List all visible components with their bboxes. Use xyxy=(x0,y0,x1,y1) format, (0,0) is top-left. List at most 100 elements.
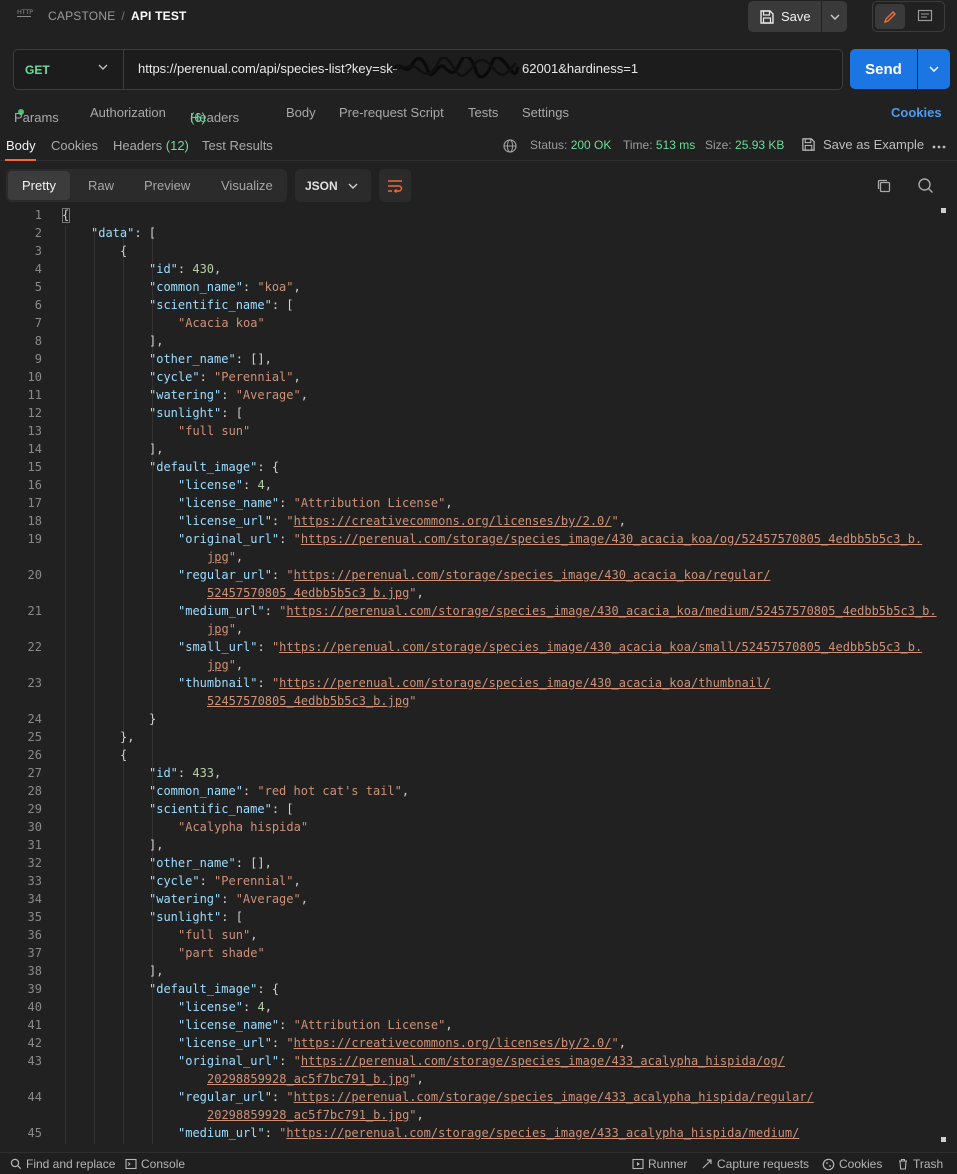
json-string: " xyxy=(293,1054,301,1068)
cookies-footer-button[interactable]: Cookies xyxy=(822,1157,882,1171)
scrollbar-bottom-marker xyxy=(941,1137,946,1142)
vertical-scrollbar[interactable] xyxy=(939,206,947,1144)
json-string: "koa" xyxy=(257,280,294,294)
chevron-down-icon xyxy=(98,64,108,70)
breadcrumb: CAPSTONE / API TEST xyxy=(48,9,187,23)
code-line: "default_image": { xyxy=(149,982,279,996)
json-url-link[interactable]: jpg xyxy=(207,622,229,636)
response-tab-body[interactable]: Body xyxy=(6,138,36,153)
json-punctuation: : xyxy=(264,1126,280,1140)
code-line: { xyxy=(120,244,127,258)
runner-button[interactable]: Runner xyxy=(632,1157,687,1171)
view-mode-pretty[interactable]: Pretty xyxy=(22,178,56,193)
json-key: "default_image" xyxy=(149,460,258,474)
response-status: Status: 200 OK xyxy=(530,138,611,152)
response-tab-cookies[interactable]: Cookies xyxy=(51,138,98,153)
view-mode-visualize[interactable]: Visualize xyxy=(221,178,273,193)
json-key: "medium_url" xyxy=(178,1126,265,1140)
console-button[interactable]: Console xyxy=(125,1157,185,1171)
json-url-link[interactable]: https://perenual.com/storage/species_ima… xyxy=(286,1126,799,1140)
send-button[interactable]: Send xyxy=(850,49,917,89)
json-punctuation: ], xyxy=(149,964,164,978)
breadcrumb-request-title[interactable]: API TEST xyxy=(131,9,187,23)
response-tab-test-results[interactable]: Test Results xyxy=(202,138,273,153)
json-url-link[interactable]: https://perenual.com/storage/species_ima… xyxy=(279,640,922,654)
json-url-link[interactable]: https://perenual.com/storage/species_ima… xyxy=(286,604,936,618)
find-replace-button[interactable]: Find and replace xyxy=(10,1157,115,1171)
json-url-link[interactable]: https://perenual.com/storage/species_ima… xyxy=(294,568,771,582)
json-url-link[interactable]: https://perenual.com/storage/species_ima… xyxy=(294,1090,814,1104)
code-line: "regular_url": "https://perenual.com/sto… xyxy=(178,1090,814,1104)
send-options-button[interactable] xyxy=(918,49,950,89)
json-url-link[interactable]: https://creativecommons.org/licenses/by/… xyxy=(294,514,612,528)
json-punctuation: , xyxy=(300,388,308,402)
json-url-link[interactable]: https://creativecommons.org/licenses/by/… xyxy=(294,1036,612,1050)
wrap-lines-button[interactable] xyxy=(379,169,411,202)
json-string: "part shade" xyxy=(178,946,265,960)
tab-tests[interactable]: Tests xyxy=(468,105,498,120)
json-url-link[interactable]: https://perenual.com/storage/species_ima… xyxy=(301,1054,785,1068)
response-size: Size: 25.93 KB xyxy=(705,138,784,152)
tab-authorization[interactable]: Authorization xyxy=(90,105,166,120)
json-string: "Perennial" xyxy=(214,370,294,384)
comments-mode-button[interactable] xyxy=(910,4,940,29)
json-punctuation: : xyxy=(279,1054,294,1068)
json-punctuation: : [ xyxy=(271,298,294,312)
json-string: " xyxy=(409,694,417,708)
trash-button[interactable]: Trash xyxy=(897,1157,943,1171)
json-key: "small_url" xyxy=(178,640,258,654)
code-line: "id": 433, xyxy=(149,766,221,780)
save-as-example-button[interactable]: Save as Example xyxy=(801,137,924,152)
tab-body[interactable]: Body xyxy=(286,105,316,120)
globe-network-icon[interactable] xyxy=(502,138,518,154)
code-line: jpg", xyxy=(207,550,243,564)
tab-prerequest-script[interactable]: Pre-request Script xyxy=(339,105,444,120)
code-line: "license_url": "https://creativecommons.… xyxy=(178,1036,626,1050)
tab-settings[interactable]: Settings xyxy=(522,105,569,120)
comment-icon xyxy=(917,9,933,22)
json-number: 430 xyxy=(192,262,215,276)
json-url-link[interactable]: 20298859928_ac5f7bc791_b.jpg xyxy=(207,1108,409,1122)
json-punctuation: : [], xyxy=(235,856,272,870)
format-select[interactable]: JSON xyxy=(295,169,371,202)
view-mode-raw[interactable]: Raw xyxy=(88,178,114,193)
json-punctuation: : [ xyxy=(134,226,157,240)
code-line: { xyxy=(62,208,69,222)
tab-params[interactable]: Params xyxy=(14,105,59,125)
json-url-link[interactable]: 20298859928_ac5f7bc791_b.jpg xyxy=(207,1072,409,1086)
line-number: 1 xyxy=(34,208,42,222)
json-url-link[interactable]: https://perenual.com/storage/species_ima… xyxy=(279,676,770,690)
view-mode-preview[interactable]: Preview xyxy=(144,178,190,193)
response-tab-headers[interactable]: Headers (12) xyxy=(113,138,189,153)
json-url-link[interactable]: 52457570805_4edbb5b5c3_b.jpg xyxy=(207,586,409,600)
json-url-link[interactable]: https://perenual.com/storage/species_ima… xyxy=(301,532,922,546)
cookies-link[interactable]: Cookies xyxy=(891,105,942,120)
code-line: ], xyxy=(149,334,163,348)
search-icon[interactable] xyxy=(917,177,934,194)
json-punctuation: , xyxy=(445,1018,453,1032)
copy-icon[interactable] xyxy=(876,178,892,194)
capture-requests-button[interactable]: Capture requests xyxy=(701,1157,809,1171)
response-body-code[interactable]: 1{2 "data": [3{4 "id": 430, 5 "common_name":… xyxy=(0,206,937,1144)
edit-mode-button[interactable] xyxy=(875,4,905,29)
line-number: 25 xyxy=(27,730,42,744)
method-select[interactable]: GET xyxy=(14,50,124,89)
json-punctuation: , xyxy=(214,262,222,276)
json-punctuation: , xyxy=(250,928,258,942)
more-options-icon[interactable] xyxy=(932,145,946,149)
json-punctuation: , xyxy=(416,1072,424,1086)
json-url-link[interactable]: jpg xyxy=(207,550,229,564)
json-url-link[interactable]: 52457570805_4edbb5b5c3_b.jpg xyxy=(207,694,409,708)
response-tabs: Body Cookies Headers (12) Test Results S… xyxy=(0,133,957,161)
method-label: GET xyxy=(25,62,50,77)
save-button[interactable]: Save xyxy=(748,1,821,32)
code-line: ], xyxy=(149,442,163,456)
json-string: " xyxy=(228,658,236,672)
save-options-button[interactable] xyxy=(822,1,847,32)
line-number: 32 xyxy=(27,856,42,870)
json-url-link[interactable]: jpg xyxy=(207,658,229,672)
code-line: "cycle": "Perennial", xyxy=(149,874,301,888)
request-tabs: Params Authorization Headers (6) Body Pr… xyxy=(0,100,957,126)
breadcrumb-collection[interactable]: CAPSTONE xyxy=(48,9,115,23)
code-line: "data": [ xyxy=(91,226,156,240)
